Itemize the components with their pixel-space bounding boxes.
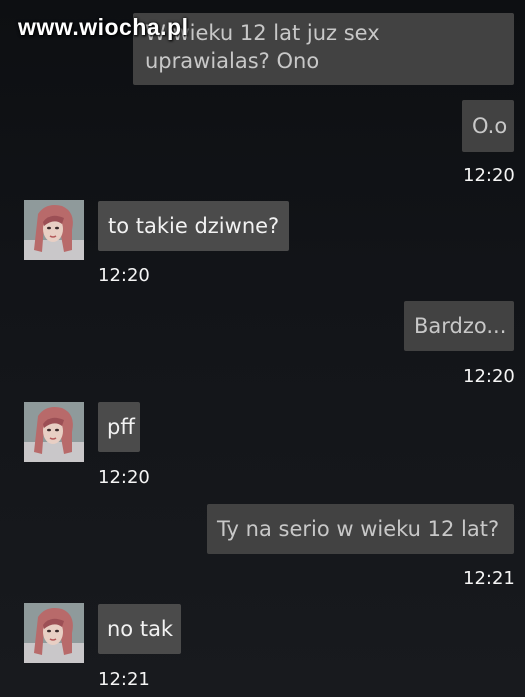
- message-text-line: uprawialas? Ono: [145, 49, 320, 73]
- message-text: Bardzo...: [414, 314, 507, 338]
- message-timestamp: 12:21: [463, 568, 515, 589]
- contact-avatar-photo: [24, 603, 84, 663]
- message-text-line: W wieku 12 lat juz sex: [145, 21, 380, 45]
- contact-avatar[interactable]: [24, 200, 84, 260]
- message-timestamp: 12:20: [463, 366, 515, 387]
- message-timestamp: 12:21: [98, 669, 150, 690]
- message-bubble-incoming[interactable]: to takie dziwne?: [98, 201, 289, 251]
- message-bubble-outgoing[interactable]: W wieku 12 lat juz sex uprawialas? Ono: [133, 13, 514, 85]
- watermark-logo: www.wiocha.pl: [18, 14, 189, 40]
- message-timestamp: 12:20: [98, 265, 150, 286]
- message-text: O.o: [472, 114, 508, 138]
- message-text: Ty na serio w wieku 12 lat?: [217, 517, 500, 541]
- contact-avatar[interactable]: [24, 603, 84, 663]
- message-bubble-outgoing[interactable]: Ty na serio w wieku 12 lat?: [207, 504, 514, 554]
- message-bubble-incoming[interactable]: no tak: [98, 604, 181, 654]
- message-bubble-incoming[interactable]: pff: [98, 402, 140, 452]
- message-text: pff: [107, 415, 135, 439]
- message-bubble-outgoing[interactable]: Bardzo...: [404, 301, 514, 351]
- message-timestamp: 12:20: [98, 467, 150, 488]
- message-text: to takie dziwne?: [108, 214, 280, 238]
- message-bubble-outgoing[interactable]: O.o: [462, 100, 514, 152]
- contact-avatar-photo: [24, 200, 84, 260]
- contact-avatar[interactable]: [24, 402, 84, 462]
- contact-avatar-photo: [24, 402, 84, 462]
- message-text: no tak: [107, 617, 174, 641]
- message-timestamp: 12:20: [463, 165, 515, 186]
